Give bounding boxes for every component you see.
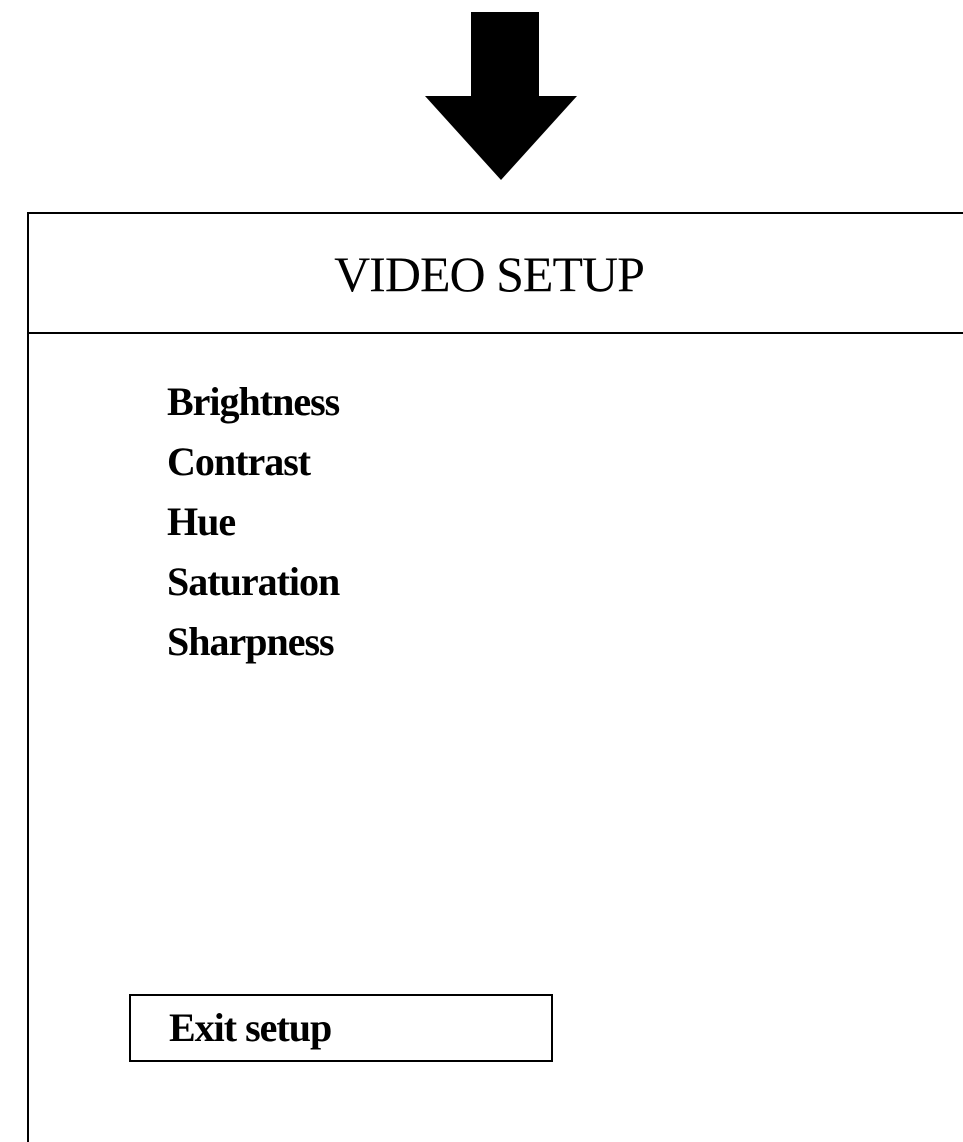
menu-item-sharpness[interactable]: Sharpness (167, 612, 339, 672)
page-title: VIDEO SETUP (334, 246, 645, 302)
exit-setup-label: Exit setup (169, 1005, 332, 1050)
exit-setup-button[interactable]: Exit setup (129, 994, 553, 1062)
menu-item-hue[interactable]: Hue (167, 492, 339, 552)
video-setup-menu: Brightness Contrast Hue Saturation Sharp… (167, 372, 340, 672)
down-arrow-icon (425, 12, 577, 180)
video-setup-panel: VIDEO SETUP Brightness Contrast Hue Satu… (27, 212, 963, 1142)
menu-item-saturation[interactable]: Saturation (167, 552, 340, 612)
menu-item-brightness[interactable]: Brightness (167, 372, 340, 432)
panel-header: VIDEO SETUP (29, 214, 963, 334)
menu-item-contrast[interactable]: Contrast (167, 432, 339, 492)
